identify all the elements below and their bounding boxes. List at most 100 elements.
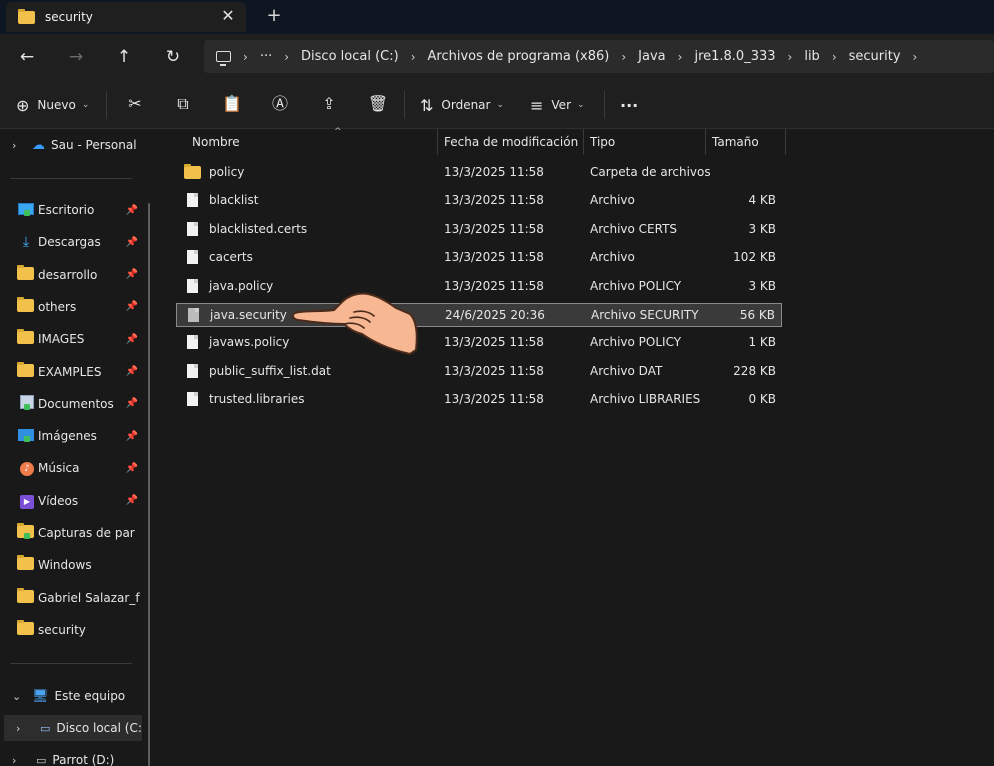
file-row[interactable]: javaws.policy 13/3/2025 11:58 Archivo POLI… (176, 331, 782, 355)
column-header-type[interactable]: Tipo (584, 129, 706, 155)
breadcrumb-item[interactable]: Java (638, 49, 665, 64)
breadcrumb-item[interactable]: security (849, 49, 901, 64)
column-header-date[interactable]: Fecha de modificación (438, 129, 584, 155)
sidebar-item-gabriel-salazar-f[interactable]: Gabriel Salazar_f (0, 585, 148, 611)
file-size: 228 KB (733, 363, 776, 378)
sidebar-item-drive-c[interactable]: › ▭ Disco local (C: (4, 715, 142, 741)
breadcrumb-item[interactable]: Disco local (C:) (301, 49, 399, 64)
sidebar-item-desarrollo[interactable]: desarrollo 📌 (0, 262, 148, 288)
breadcrumb-item[interactable]: Archivos de programa (x86) (428, 49, 610, 64)
breadcrumb-item[interactable]: jre1.8.0_333 (694, 49, 775, 64)
pin-icon[interactable]: 📌 (126, 205, 138, 216)
plus-circle-icon: ⊕ (16, 95, 30, 115)
sidebar-item-security[interactable]: security (0, 617, 148, 643)
pin-icon[interactable]: 📌 (126, 269, 138, 280)
file-row[interactable]: policy 13/3/2025 11:58 Carpeta de archivos (176, 161, 782, 185)
column-header-size[interactable]: Tamaño (706, 129, 786, 155)
folder-icon (17, 587, 34, 603)
chevron-right-icon[interactable]: › (12, 754, 26, 766)
column-header-name[interactable]: Nombre ^ (186, 127, 438, 155)
file-row[interactable]: cacerts 13/3/2025 11:58 Archivo 102 KB (176, 246, 782, 270)
sidebar-scrollbar[interactable] (148, 203, 150, 766)
more-options-button[interactable]: ··· (620, 93, 638, 117)
tab-security[interactable]: security ✕ (6, 2, 246, 32)
paste-button[interactable]: 📋 (221, 93, 243, 115)
column-header-label: Tipo (590, 135, 616, 149)
sidebar-item-descargas[interactable]: ⤓ Descargas 📌 (0, 229, 148, 255)
chevron-down-icon[interactable]: ⌄ (12, 690, 26, 703)
file-row[interactable]: public_suffix_list.dat 13/3/2025 11:58 Arc… (176, 360, 782, 384)
forward-button[interactable]: → (63, 44, 89, 70)
sidebar-item-escritorio[interactable]: Escritorio 📌 (0, 197, 148, 223)
chevron-right-icon[interactable]: › (16, 722, 30, 735)
file-row[interactable]: trusted.libraries 13/3/2025 11:58 Archivo … (176, 388, 782, 412)
cut-button[interactable]: ✂ (124, 93, 146, 115)
sidebar-item-drive-d[interactable]: › ▭ Parrot (D:) (0, 747, 148, 766)
file-list: Nombre ^ Fecha de modificación Tipo Tama… (160, 127, 994, 766)
file-row[interactable]: blacklist 13/3/2025 11:58 Archivo 4 KB (176, 189, 782, 213)
pin-icon[interactable]: 📌 (126, 334, 138, 345)
file-row[interactable]: java.security 24/6/2025 20:36 Archivo SECU… (176, 303, 782, 327)
sort-button[interactable]: ⇅ Ordenar ⌄ (420, 93, 504, 117)
pin-icon[interactable]: 📌 (126, 366, 138, 377)
folder-icon (17, 329, 34, 345)
pin-icon[interactable]: 📌 (126, 398, 138, 409)
new-tab-button[interactable]: + (262, 5, 286, 27)
pin-icon[interactable]: 📌 (126, 463, 138, 474)
sidebar-item-vídeos[interactable]: ▶ Vídeos 📌 (0, 488, 148, 514)
file-icon (187, 250, 198, 265)
chevron-right-icon[interactable]: › (12, 139, 26, 152)
file-name: blacklist (209, 193, 259, 208)
share-button[interactable]: ⇪ (318, 93, 340, 115)
sidebar-item-documentos[interactable]: Documentos 📌 (0, 391, 148, 417)
copy-button[interactable]: ⧉ (172, 93, 194, 115)
pin-icon[interactable]: 📌 (126, 301, 138, 312)
file-row[interactable]: blacklisted.certs 13/3/2025 11:58 Archivo … (176, 218, 782, 242)
pin-icon[interactable]: 📌 (126, 495, 138, 506)
sidebar-item-others[interactable]: others 📌 (0, 294, 148, 320)
chevron-right-icon[interactable]: › (788, 50, 793, 64)
sidebar-item-images[interactable]: IMAGES 📌 (0, 326, 148, 352)
pin-icon[interactable]: 📌 (126, 237, 138, 248)
up-button[interactable]: ↑ (111, 44, 137, 70)
file-type: Archivo POLICY (590, 278, 682, 293)
sort-label: Ordenar (441, 98, 491, 112)
file-size: 1 KB (748, 335, 776, 350)
chevron-right-icon[interactable]: › (678, 50, 683, 64)
delete-button[interactable]: 🗑 (367, 93, 389, 115)
view-button[interactable]: ≡ Ver ⌄ (530, 93, 585, 117)
breadcrumb-item[interactable]: lib (804, 49, 819, 64)
pin-icon[interactable]: 📌 (126, 431, 138, 442)
chevron-right-icon[interactable]: › (621, 50, 626, 64)
chevron-right-icon[interactable]: › (832, 50, 837, 64)
refresh-button[interactable]: ↻ (160, 44, 186, 70)
file-icon (187, 363, 198, 378)
sidebar-item-examples[interactable]: EXAMPLES 📌 (0, 359, 148, 385)
sidebar-item-imágenes[interactable]: Imágenes 📌 (0, 423, 148, 449)
back-button[interactable]: ← (14, 44, 40, 70)
sidebar-item-música[interactable]: ♪ Música 📌 (0, 455, 148, 481)
file-size: 3 KB (748, 221, 776, 236)
file-date: 13/3/2025 11:58 (444, 278, 544, 293)
sidebar-item-label: Vídeos (38, 493, 79, 508)
folder-icon (18, 8, 35, 24)
new-button[interactable]: ⊕ Nuevo ⌄ (16, 93, 89, 117)
sidebar-item-this-pc[interactable]: ⌄ 🖥 Este equipo (0, 683, 148, 709)
drive-icon: ▭ (36, 753, 47, 766)
file-size: 56 KB (739, 308, 775, 322)
chevron-right-icon[interactable]: › (243, 50, 248, 64)
sidebar-item-windows[interactable]: Windows (0, 552, 148, 578)
tab-title: security (45, 10, 93, 24)
breadcrumb-overflow[interactable]: ··· (260, 49, 272, 64)
sidebar-item-onedrive[interactable]: › ☁ Sau - Personal (0, 132, 148, 158)
address-bar[interactable]: › ··· › Disco local (C:) › Archivos de p… (204, 40, 994, 73)
rename-button[interactable]: Ⓐ (269, 93, 291, 115)
chevron-right-icon[interactable]: › (913, 50, 918, 64)
music-icon: ♪ (20, 462, 34, 477)
file-row[interactable]: java.policy 13/3/2025 11:58 Archivo POLICY… (176, 275, 782, 299)
sidebar-item-capturas-de-par[interactable]: Capturas de par (0, 520, 148, 546)
file-name: blacklisted.certs (209, 221, 308, 236)
close-tab-icon[interactable]: ✕ (218, 6, 238, 26)
this-pc-icon[interactable] (216, 51, 231, 66)
chevron-right-icon[interactable]: › (411, 50, 416, 64)
